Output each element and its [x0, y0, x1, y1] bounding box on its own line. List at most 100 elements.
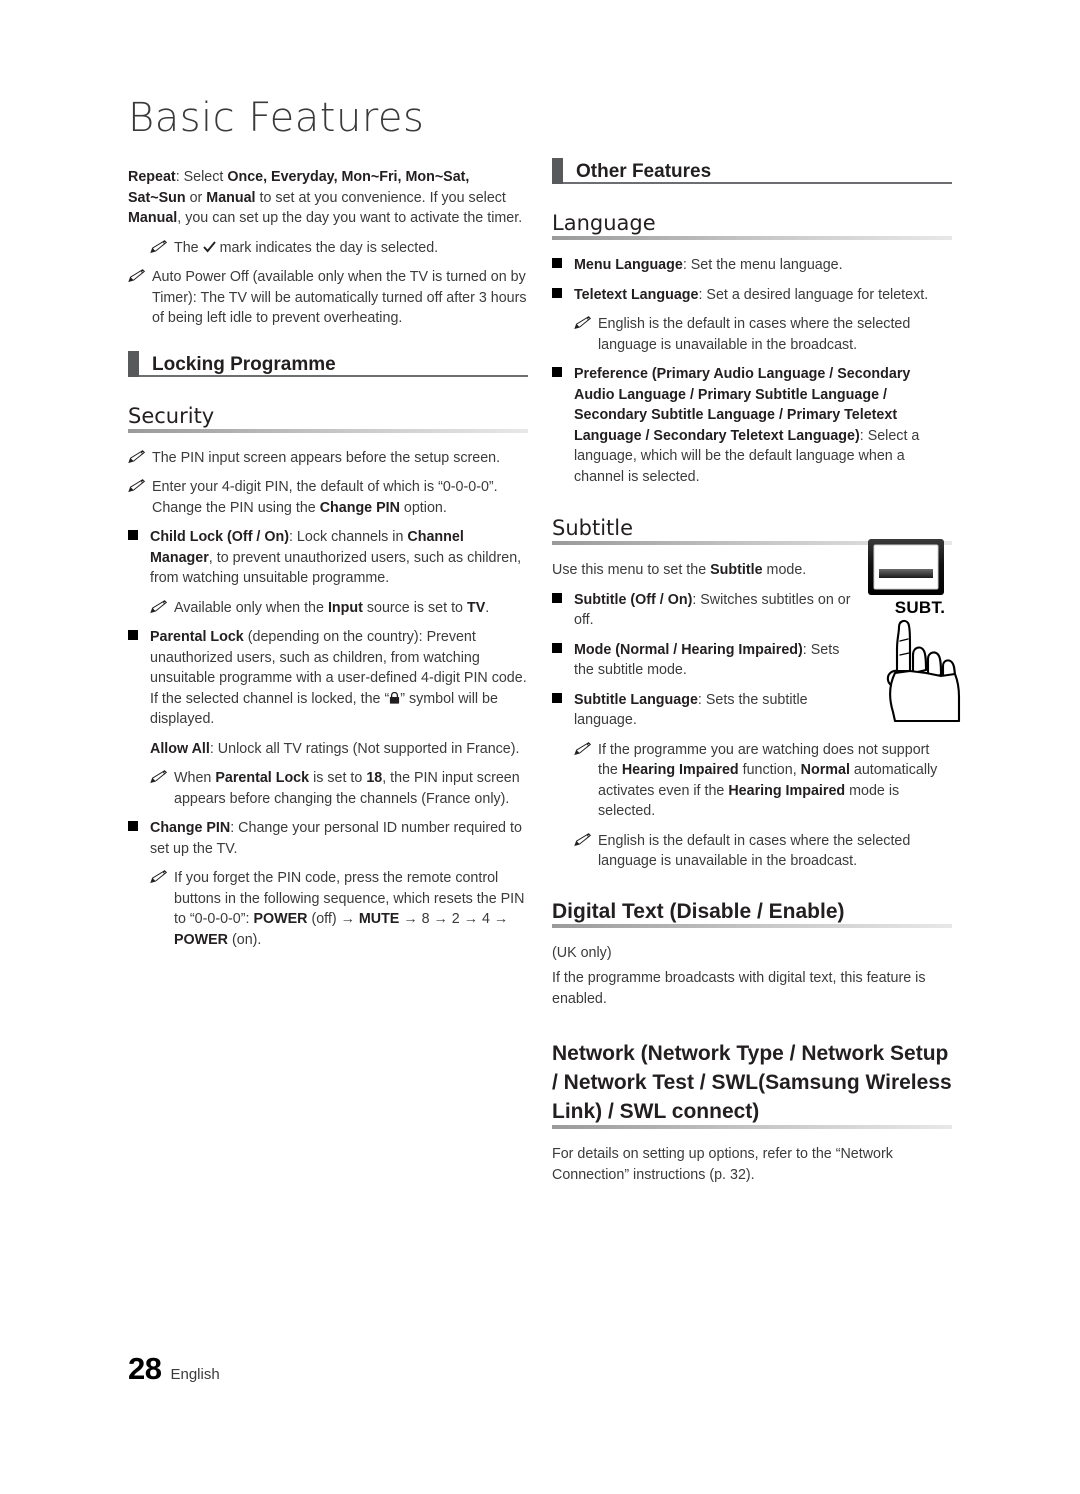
menu-language-body: : Set the menu language. — [682, 257, 843, 273]
square-bullet-icon — [552, 590, 574, 631]
pl-bold-1: Parental Lock — [150, 629, 244, 645]
repeat-note-post: mark indicates the day is selected. — [215, 239, 439, 256]
teletext-language-row: Teletext Language: Set a desired languag… — [552, 285, 952, 306]
subtitle-mode-text: Mode (Normal / Hearing Impaired): Sets t… — [574, 640, 852, 681]
left-column: Repeat: Select Once, Everyday, Mon~Fri, … — [128, 158, 528, 959]
repeat-text-4: , you can set up the day you want to act… — [177, 210, 523, 226]
note-pencil-icon — [150, 598, 174, 619]
menu-language-row: Menu Language: Set the menu language. — [552, 255, 952, 276]
subtitle-language-bold: Subtitle Language — [574, 691, 698, 708]
heading-network: Network (Network Type / Network Setup / … — [552, 1039, 952, 1133]
security-note-1-text: The PIN input screen appears before the … — [152, 449, 501, 466]
pl-note-mid: is set to — [309, 770, 367, 786]
repeat-note-row: The mark indicates the day is selected. — [150, 238, 528, 259]
hearing-impaired-note-row: If the programme you are watching does n… — [574, 740, 952, 822]
teletext-language-body: : Set a desired language for teletext. — [698, 286, 929, 303]
page-footer: 28 English — [128, 1351, 220, 1387]
child-lock-text-1: : Lock channels in — [288, 529, 408, 545]
note-pencil-icon — [150, 868, 174, 950]
auto-power-off-note-row: Auto Power Off (available only when the … — [128, 267, 528, 329]
square-bullet-icon — [552, 690, 574, 731]
allow-all-body: : Unlock all TV ratings (Not supported i… — [209, 740, 520, 757]
repeat-text-2: or — [185, 189, 207, 206]
child-lock-note-text: Available only when the Input source is … — [174, 598, 528, 619]
security-note-2-bold: Change PIN — [319, 499, 400, 516]
repeat-options-2: Manual — [206, 189, 256, 206]
repeat-label: Repeat — [128, 169, 176, 185]
change-pin-note-row: If you forget the PIN code, press the re… — [150, 868, 528, 950]
cp-note-seq-2-suffix: → 8 → 2 → 4 → — [399, 911, 509, 927]
cl-note-bold-2: TV — [466, 599, 486, 616]
subtitle-mode-bold: Mode (Normal / Hearing Impaired) — [574, 641, 803, 658]
allow-all-bold: Allow All — [150, 740, 210, 757]
subtitle-intro-pre: Use this menu to set the — [552, 562, 711, 578]
change-pin-bold: Change PIN — [150, 820, 231, 836]
heading-security: Security — [128, 402, 528, 437]
subtitle-english-note-row: English is the default in cases where th… — [574, 831, 952, 872]
preference-text: Preference (Primary Audio Language / Sec… — [574, 364, 952, 487]
subtitle-intro-post: mode. — [762, 562, 807, 578]
cp-note-seq-1: POWER — [253, 911, 308, 927]
security-note-2-post: option. — [399, 499, 447, 516]
teletext-language-bold: Teletext Language — [574, 286, 699, 303]
subtitle-language-text: Subtitle Language: Sets the subtitle lan… — [574, 690, 852, 731]
subt-button-label: SUBT. — [894, 598, 946, 617]
preference-row: Preference (Primary Audio Language / Sec… — [552, 364, 952, 487]
child-lock-bold-1: Child Lock (Off / On) — [150, 529, 289, 545]
security-note-2-text: Enter your 4-digit PIN, the default of w… — [152, 477, 528, 518]
hi-note-t2: function, — [738, 762, 801, 778]
cl-note-mid: source is set to — [362, 599, 467, 616]
menu-language-text: Menu Language: Set the menu language. — [574, 255, 952, 276]
teletext-language-text: Teletext Language: Set a desired languag… — [574, 285, 952, 306]
digital-text-region: (UK only) — [552, 944, 612, 961]
section-heading-other-features: Other Features — [552, 158, 952, 184]
pl-note-bold-2: 18 — [366, 770, 383, 786]
note-pencil-icon — [128, 448, 152, 469]
subtitle-language-row: Subtitle Language: Sets the subtitle lan… — [552, 690, 852, 731]
subtitle-onoff-bold: Subtitle (Off / On) — [574, 591, 693, 608]
repeat-text-3: to set at you convenience. If you select — [255, 189, 506, 206]
subtitle-onoff-text: Subtitle (Off / On): Switches subtitles … — [574, 590, 852, 631]
parental-lock-note-row: When Parental Lock is set to 18, the PIN… — [150, 768, 528, 809]
hi-note-b2: Normal — [800, 762, 850, 778]
child-lock-note-row: Available only when the Input source is … — [150, 598, 528, 619]
heading-language: Language — [552, 210, 952, 244]
hearing-impaired-note-text: If the programme you are watching does n… — [598, 740, 952, 822]
pl-note-pre: When — [174, 770, 216, 786]
subt-remote-illustration: SUBT. — [855, 537, 985, 723]
teletext-note-text: English is the default in cases where th… — [598, 316, 911, 353]
change-pin-text: Change PIN: Change your personal ID numb… — [150, 818, 528, 859]
square-bullet-icon — [552, 255, 574, 276]
repeat-text-1: : Select — [175, 169, 228, 185]
network-block: For details on setting up options, refer… — [552, 1144, 952, 1185]
note-pencil-icon — [574, 831, 598, 872]
change-pin-note-text: If you forget the PIN code, press the re… — [174, 868, 528, 950]
security-note-1-row: The PIN input screen appears before the … — [128, 448, 528, 469]
note-pencil-icon — [128, 477, 152, 518]
repeat-note-text: The mark indicates the day is selected. — [174, 238, 528, 259]
repeat-paragraph: Repeat: Select Once, Everyday, Mon~Fri, … — [128, 167, 528, 229]
child-lock-row: Child Lock (Off / On): Lock channels in … — [128, 527, 528, 589]
note-pencil-icon — [150, 238, 174, 259]
subtitle-intro: Use this menu to set the Subtitle mode. — [552, 560, 852, 581]
heading-digital-text: Digital Text (Disable / Enable) — [552, 897, 952, 932]
allow-all-row: Allow All: Unlock all TV ratings (Not su… — [150, 739, 528, 760]
subt-button-icon — [868, 539, 961, 723]
security-note-2-row: Enter your 4-digit PIN, the default of w… — [128, 477, 528, 518]
square-bullet-icon — [128, 527, 150, 589]
note-pencil-icon — [150, 768, 174, 809]
repeat-options-3: Manual — [128, 210, 178, 226]
security-block: The PIN input screen appears before the … — [128, 448, 528, 951]
check-mark-icon — [202, 240, 216, 256]
child-lock-text: Child Lock (Off / On): Lock channels in … — [150, 527, 528, 589]
section-heading-label: Locking Programme — [152, 353, 336, 375]
cl-note-post: . — [485, 599, 490, 616]
section-marker-icon — [552, 158, 563, 184]
square-bullet-icon — [552, 364, 574, 487]
page-language: English — [170, 1366, 220, 1383]
network-body: For details on setting up options, refer… — [552, 1146, 893, 1183]
subtitle-mode-row: Mode (Normal / Hearing Impaired): Sets t… — [552, 640, 852, 681]
parental-lock-note-text: When Parental Lock is set to 18, the PIN… — [174, 768, 528, 809]
subtitle-notes-block: If the programme you are watching does n… — [552, 740, 952, 872]
cl-note-bold-1: Input — [327, 599, 363, 616]
